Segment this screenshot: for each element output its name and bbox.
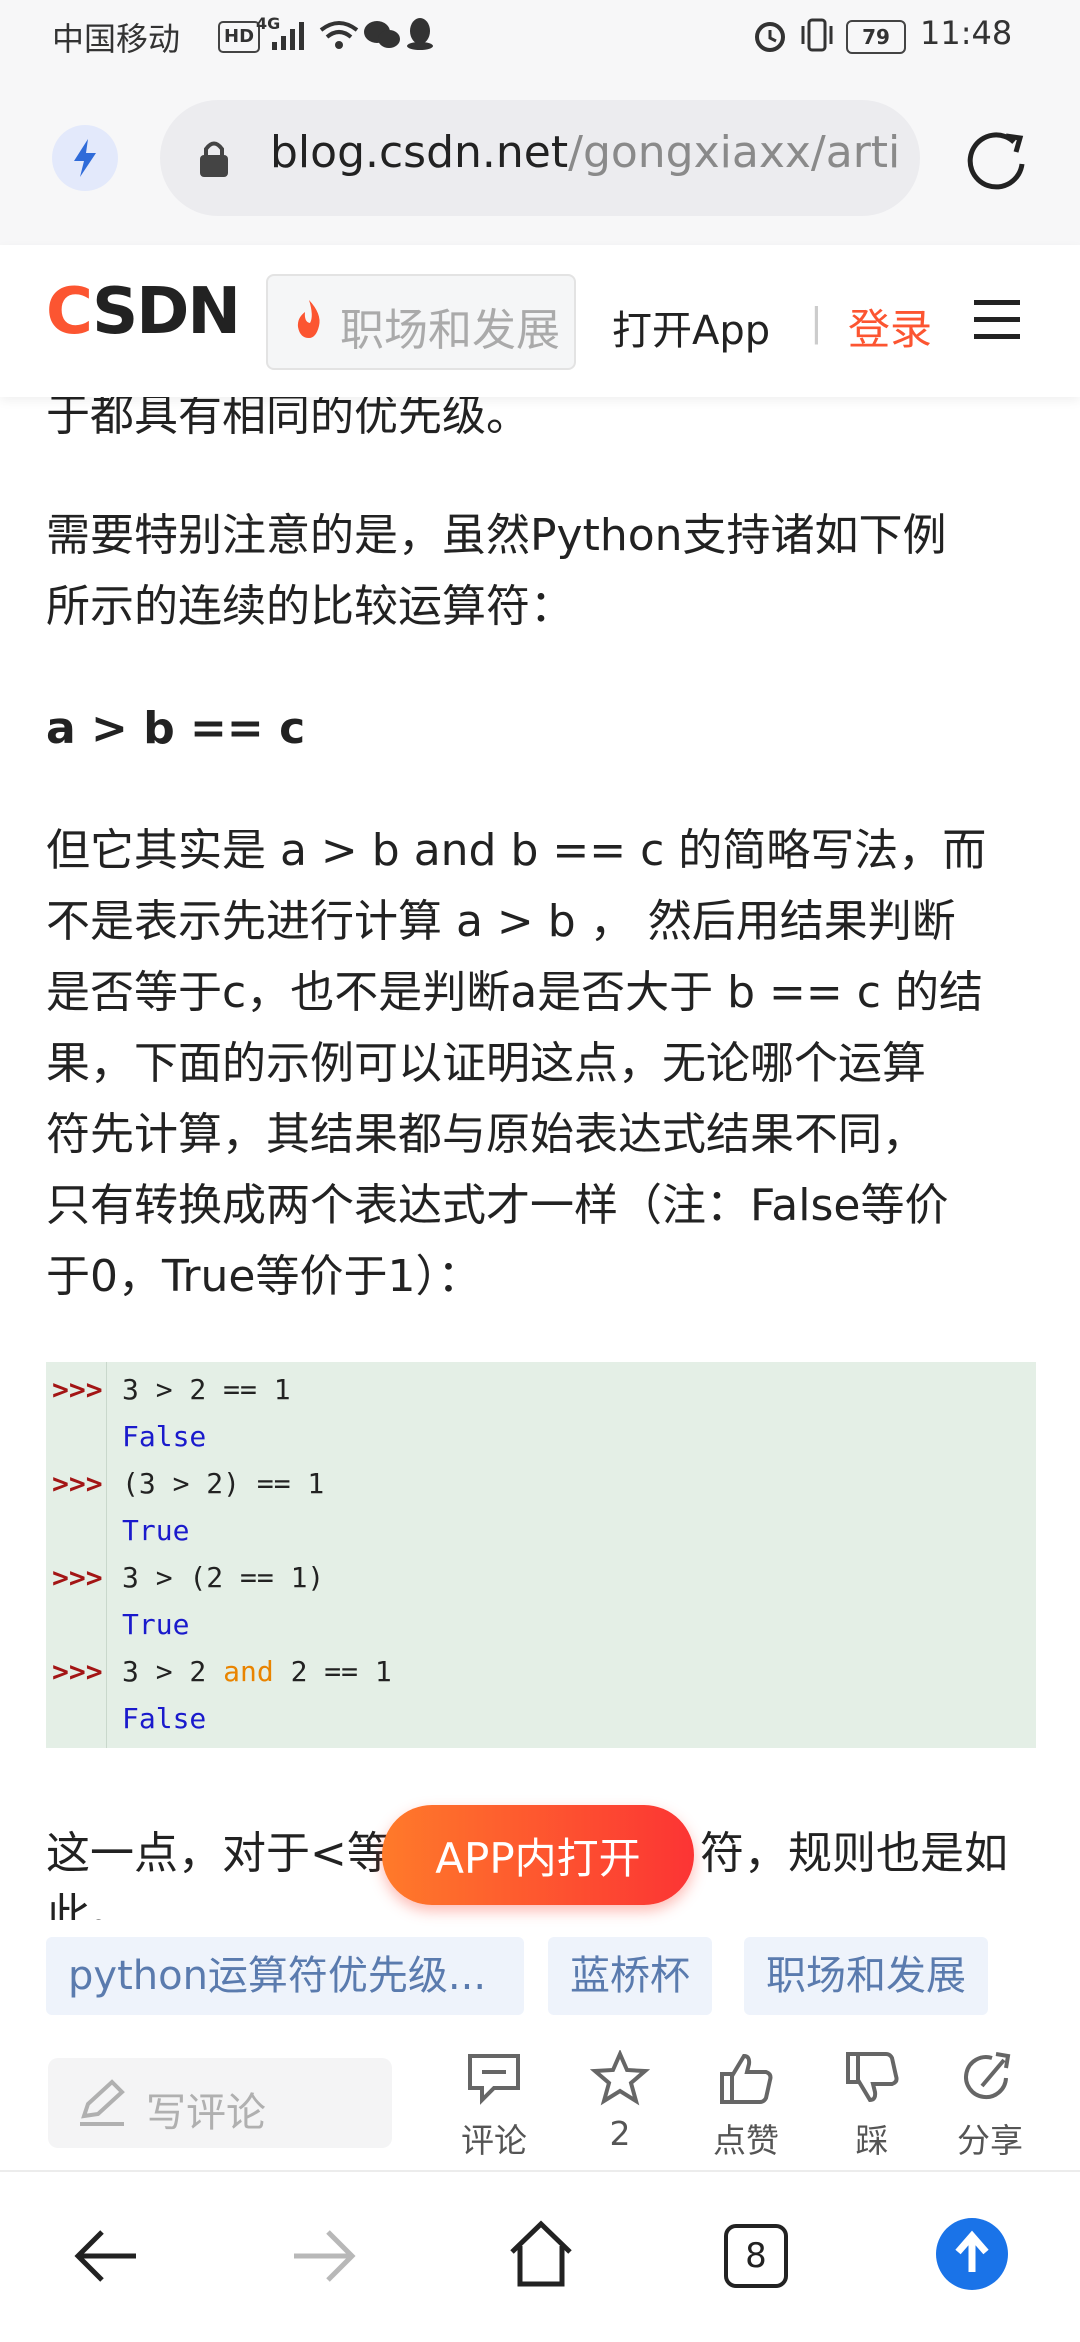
code-input: 3 > (2 == 1) (122, 1561, 325, 1594)
article-paragraph: 所示的连续的比较运算符： (46, 581, 574, 632)
url-text[interactable]: blog.csdn.net/gongxiaxx/artic (270, 127, 900, 178)
logo-letter-c: C (46, 275, 94, 349)
clock: 11:48 (920, 14, 1013, 52)
open-in-app-button[interactable]: APP内打开 (382, 1805, 694, 1905)
status-bar: 中国移动 HD 4G 79 11:48 (0, 0, 1080, 75)
code-prompt: >>> (52, 1467, 103, 1500)
share-icon (964, 2052, 1011, 2100)
favorite-count: 2 (609, 2114, 631, 2153)
like-button[interactable]: 点赞 (696, 2050, 796, 2162)
thumbs-up-icon (720, 2053, 773, 2104)
code-line: False (46, 1702, 1036, 1749)
code-line: >>> 3 > 2 == 1 (46, 1373, 1036, 1420)
dislike-button[interactable]: 踩 (822, 2050, 922, 2162)
code-text: 3 > 2 (122, 1655, 224, 1688)
header-separator: | (810, 300, 823, 344)
share-button[interactable]: 分享 (940, 2050, 1040, 2162)
alarm-icon (755, 22, 785, 52)
article-paragraph: 但它其实是 a > b and b == c 的简略写法，而 (46, 825, 987, 876)
home-icon[interactable] (506, 2218, 576, 2290)
pencil-icon (80, 2079, 125, 2126)
code-line: >>> (3 > 2) == 1 (46, 1467, 1036, 1514)
code-input: 3 > 2 and 2 == 1 (122, 1655, 392, 1688)
login-link[interactable]: 登录 (848, 296, 932, 357)
code-prompt: >>> (52, 1373, 103, 1406)
tabs-button[interactable]: 8 (724, 2224, 788, 2288)
bolt-icon (74, 139, 96, 177)
article-paragraph: 果，下面的示例可以证明这点，无论哪个运算 (46, 1038, 926, 1089)
code-text: 2 == 1 (273, 1655, 392, 1688)
code-line: >>> 3 > 2 and 2 == 1 (46, 1655, 1036, 1702)
open-app-link[interactable]: 打开App (612, 298, 770, 356)
signal-icon (272, 22, 304, 50)
csdn-logo[interactable]: CSDN (46, 275, 241, 349)
speed-mode-button[interactable] (52, 125, 118, 191)
code-prompt: >>> (52, 1561, 103, 1594)
up-arrow-icon (955, 2230, 989, 2272)
dislike-label: 踩 (855, 2121, 889, 2160)
article-paragraph: 不是表示先进行计算 a > b ， 然后用结果判断 (46, 896, 956, 947)
hot-fire-icon (297, 300, 320, 338)
thumbs-down-icon (846, 2052, 899, 2103)
like-label: 点赞 (713, 2121, 779, 2160)
code-input: (3 > 2) == 1 (122, 1467, 325, 1500)
comment-placeholder: 写评论 (146, 2090, 266, 2136)
search-placeholder: 职场和发展 (340, 305, 560, 356)
tag-chip[interactable]: python运算符优先级... (46, 1937, 524, 2015)
url-path: /gongxiaxx/artic (568, 127, 900, 178)
back-arrow-icon[interactable] (72, 2224, 142, 2288)
code-line: >>> 3 > (2 == 1) (46, 1561, 1036, 1608)
refresh-icon[interactable] (962, 124, 1032, 194)
article-paragraph: 这一点，对于<等 (46, 1828, 391, 1879)
bold-expression: a > b == c (46, 703, 306, 754)
article-paragraph: 于0，True等价于1）： (46, 1251, 482, 1302)
code-block: >>> 3 > 2 == 1 False >>> (3 > 2) == 1 Tr… (46, 1362, 1036, 1748)
menu-icon[interactable] (970, 292, 1024, 346)
wifi-icon (319, 21, 359, 49)
code-gutter-divider (106, 1362, 107, 1748)
scroll-top-button[interactable] (936, 2218, 1008, 2290)
code-output: True (122, 1608, 190, 1641)
code-output: True (122, 1514, 190, 1547)
article-paragraph: 只有转换成两个表达式才一样（注：False等价 (46, 1180, 949, 1231)
battery-icon: 79 (846, 20, 906, 54)
comment-button[interactable]: 评论 (444, 2050, 544, 2162)
code-line: False (46, 1420, 1036, 1467)
forward-arrow-icon[interactable] (288, 2224, 358, 2288)
comment-icon (468, 2054, 520, 2105)
carrier-label: 中国移动 (52, 20, 181, 58)
tabs-count: 8 (745, 2236, 767, 2276)
article-paragraph: 符，规则也是如 (700, 1828, 1008, 1879)
code-prompt: >>> (52, 1655, 103, 1688)
hd-badge: HD (218, 21, 261, 53)
code-keyword: and (223, 1655, 274, 1688)
wechat-icon (364, 21, 400, 48)
article-paragraph: 需要特别注意的是，虽然Python支持诸如下例 (46, 510, 947, 561)
battery-level: 79 (862, 25, 890, 49)
code-line: True (46, 1514, 1036, 1561)
lock-icon (200, 141, 228, 177)
code-input: 3 > 2 == 1 (122, 1373, 291, 1406)
star-icon (589, 2049, 651, 2106)
vibrate-icon (801, 18, 833, 52)
code-output: False (122, 1420, 207, 1453)
tag-chip[interactable]: 职场和发展 (744, 1937, 988, 2015)
qq-icon (407, 18, 433, 50)
tag-chip[interactable]: 蓝桥杯 (548, 1937, 712, 2015)
article-paragraph: 是否等于c，也不是判断a是否大于 b == c 的结 (46, 967, 983, 1018)
code-output: False (122, 1702, 207, 1735)
url-host: blog.csdn.net (270, 127, 569, 178)
article-paragraph: 符先计算，其结果都与原始表达式结果不同， (46, 1109, 926, 1160)
comment-label: 评论 (461, 2121, 527, 2160)
share-label: 分享 (957, 2121, 1023, 2160)
favorite-button[interactable]: 2 (570, 2049, 670, 2153)
logo-letters: SDN (92, 275, 241, 349)
code-line: True (46, 1608, 1036, 1655)
